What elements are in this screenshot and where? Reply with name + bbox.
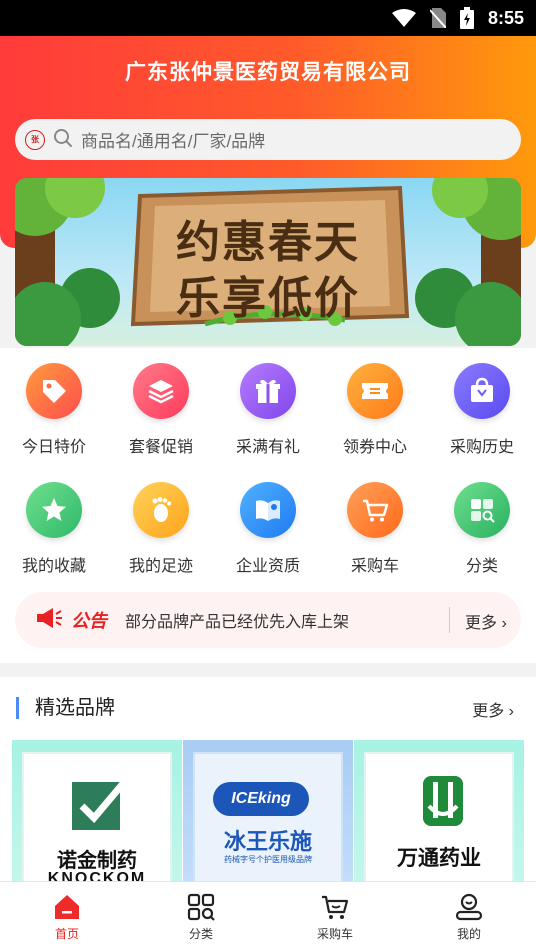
menu-today-special[interactable]: 今日特价 — [0, 363, 108, 457]
checkmark-logo-icon — [72, 777, 128, 830]
wantong-logo-icon — [423, 776, 463, 826]
brand-card-inner: ICEking 冰王乐施 药械字号个护医用级品牌 — [193, 752, 343, 885]
cart-icon — [347, 482, 403, 538]
home-icon — [52, 892, 82, 922]
shopping-bag-icon — [454, 363, 510, 419]
notice-tag: 公告 — [71, 611, 107, 631]
brand-card-inner: 诺金制药 KNOCKOM — [22, 752, 172, 885]
menu-label: 采购车 — [350, 558, 399, 575]
menu-label: 企业资质 — [235, 558, 300, 575]
tab-label: 我的 — [456, 927, 481, 941]
menu-my-favorites[interactable]: 我的收藏 — [0, 482, 108, 576]
chevron-right-icon: › — [501, 615, 507, 632]
banner-headline-1: 约惠春天 — [176, 218, 360, 267]
menu-label: 套餐促销 — [128, 439, 193, 456]
notice-more-link[interactable]: 更多 › — [465, 609, 507, 633]
brands-more-label: 更多 — [472, 703, 505, 720]
cart-icon — [320, 892, 350, 922]
promo-banner[interactable]: 约惠春天 乐享低价 — [15, 178, 521, 346]
status-bar: 8:55 — [0, 0, 536, 36]
menu-gift[interactable]: 采满有礼 — [214, 363, 322, 457]
status-time: 8:55 — [487, 7, 524, 28]
menu-label: 采购历史 — [449, 439, 514, 456]
notice-text: 部分品牌产品已经优先入库上架 — [125, 614, 350, 631]
menu-package-promo[interactable]: 套餐促销 — [107, 363, 215, 457]
brand-card-iceking[interactable]: ICEking 冰王乐施 药械字号个护医用级品牌 — [183, 740, 353, 885]
brand-card-knockom[interactable]: 诺金制药 KNOCKOM — [12, 740, 182, 885]
no-sim-icon — [429, 8, 446, 28]
brand-card-inner: 万通药业 — [364, 752, 514, 885]
tab-profile[interactable]: 我的 — [402, 882, 536, 952]
notice-bar[interactable]: 公告 部分品牌产品已经优先入库上架 更多 › — [15, 592, 521, 648]
gift-icon — [240, 363, 296, 419]
menu-coupon-center[interactable]: 领券中心 — [321, 363, 429, 457]
brand-name: 冰王乐施 — [223, 829, 312, 854]
brand-logo: ICEking — [213, 782, 309, 816]
search-icon — [53, 128, 73, 152]
section-title: 精选品牌 — [16, 697, 115, 719]
tab-label: 采购车 — [316, 927, 353, 941]
tab-cart[interactable]: 采购车 — [268, 882, 402, 952]
star-icon — [26, 482, 82, 538]
menu-label: 分类 — [465, 558, 498, 575]
battery-charging-icon — [459, 7, 474, 29]
brand-sub: 药械字号个护医用级品牌 — [224, 855, 312, 864]
notice-more-label: 更多 — [465, 615, 498, 632]
megaphone-icon — [35, 606, 63, 634]
chevron-right-icon: › — [508, 703, 514, 720]
brands-more-link[interactable]: 更多 › — [472, 697, 514, 721]
user-icon — [454, 892, 484, 922]
menu-category[interactable]: 分类 — [428, 482, 536, 576]
coupon-icon — [347, 363, 403, 419]
tab-label: 首页 — [54, 927, 79, 941]
search-bar[interactable]: 张 商品名/通用名/厂家/品牌 — [15, 119, 521, 160]
grid-search-icon — [186, 892, 216, 922]
menu-label: 我的足迹 — [128, 558, 193, 575]
brand-name: 万通药业 — [397, 847, 481, 870]
brand-card-wantong[interactable]: 万通药业 — [354, 740, 524, 885]
brand-name: 诺金制药 — [57, 850, 137, 872]
menu-label: 领券中心 — [342, 439, 407, 456]
company-logo-icon: 张 — [25, 129, 45, 150]
menu-label: 采满有礼 — [235, 439, 300, 456]
menu-label: 今日特价 — [21, 439, 86, 456]
footprint-icon — [133, 482, 189, 538]
tab-category[interactable]: 分类 — [134, 882, 268, 952]
page-title: 广东张仲景医药贸易有限公司 — [125, 61, 411, 84]
tab-label: 分类 — [188, 927, 213, 941]
wifi-icon — [391, 9, 416, 27]
category-icon — [454, 482, 510, 538]
layers-icon — [133, 363, 189, 419]
featured-brands-section: 精选品牌 更多 › 诺金制药 KNOCKOM ICEking 冰王乐施 药械字号… — [0, 677, 536, 885]
menu-label: 我的收藏 — [21, 558, 86, 575]
menu-my-footprints[interactable]: 我的足迹 — [107, 482, 215, 576]
tab-home[interactable]: 首页 — [0, 882, 134, 952]
menu-purchase-cart[interactable]: 采购车 — [321, 482, 429, 576]
notice-divider — [449, 607, 450, 633]
menu-company-qualification[interactable]: 企业资质 — [214, 482, 322, 576]
search-input[interactable]: 商品名/通用名/厂家/品牌 — [81, 127, 265, 152]
banner-headline-2: 乐享低价 — [176, 274, 360, 323]
bottom-tab-bar: 首页 分类 采购车 我的 — [0, 881, 536, 952]
menu-purchase-history[interactable]: 采购历史 — [428, 363, 536, 457]
certificate-book-icon — [240, 482, 296, 538]
price-tag-icon — [26, 363, 82, 419]
